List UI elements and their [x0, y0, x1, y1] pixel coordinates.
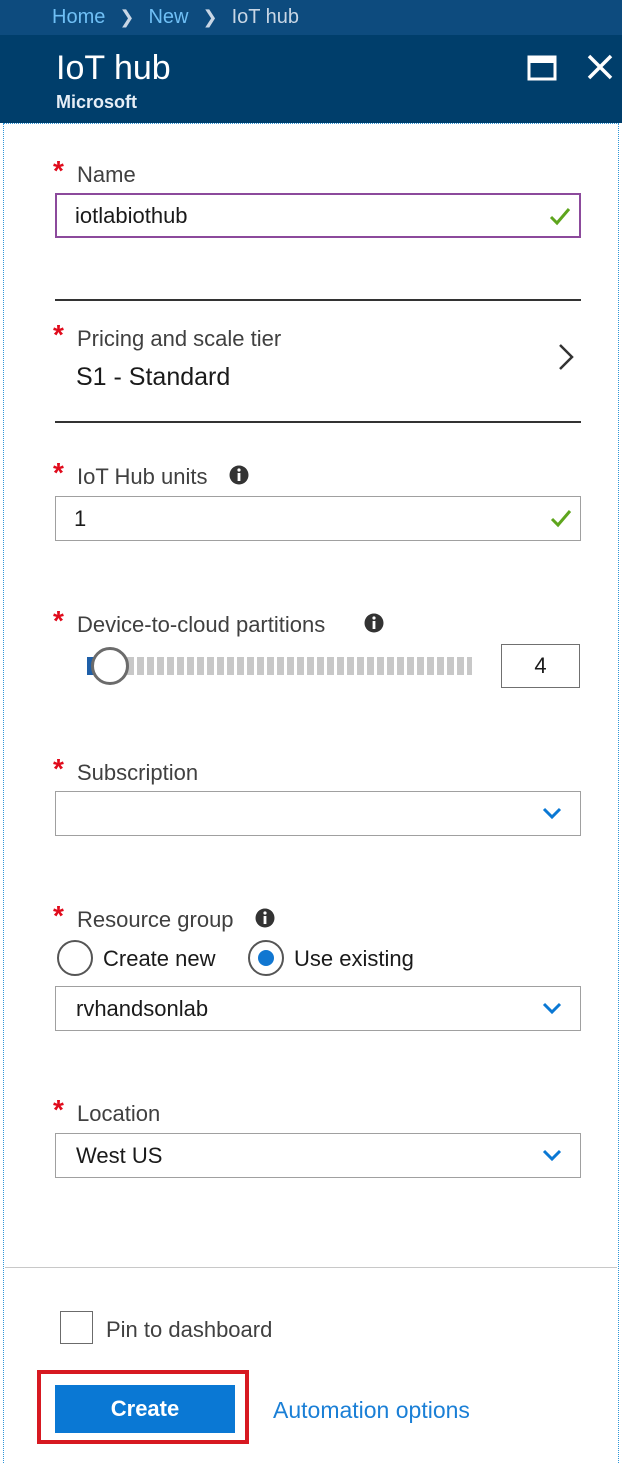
footer-divider [5, 1267, 617, 1268]
chevron-down-icon [542, 1002, 562, 1015]
radio-use-existing[interactable] [248, 940, 284, 976]
breadcrumb-current: IoT hub [231, 6, 300, 28]
partitions-label: Device-to-cloud partitions [77, 612, 326, 637]
subscription-dropdown[interactable] [55, 791, 581, 836]
location-dropdown[interactable]: West US [55, 1133, 581, 1178]
required-marker: * [53, 319, 64, 350]
chevron-right-icon[interactable] [556, 342, 576, 372]
pricing-value: S1 - Standard [76, 363, 231, 391]
name-label: Name [77, 162, 136, 187]
breadcrumb-home[interactable]: Home [52, 6, 105, 29]
page-title: IoT hub [56, 49, 171, 87]
pin-to-dashboard-label[interactable]: Pin to dashboard [106, 1317, 272, 1343]
divider [55, 421, 581, 423]
required-marker: * [53, 753, 64, 784]
valid-check-icon [550, 510, 572, 528]
required-marker: * [53, 155, 64, 186]
valid-check-icon [549, 208, 571, 226]
automation-options-link[interactable]: Automation options [273, 1397, 470, 1424]
breadcrumb-separator: ❯ [119, 7, 135, 27]
required-marker: * [53, 457, 64, 488]
resource-group-value: rvhandsonlab [76, 996, 209, 1021]
location-value: West US [76, 1143, 163, 1168]
info-icon[interactable] [229, 465, 249, 485]
partitions-value-box[interactable]: 4 [501, 644, 580, 688]
radio-selected-dot [258, 950, 274, 966]
page-subtitle: Microsoft [56, 92, 137, 112]
info-icon[interactable] [255, 908, 275, 928]
required-marker: * [53, 900, 64, 931]
pricing-label: Pricing and scale tier [77, 326, 282, 351]
name-input[interactable] [75, 195, 515, 236]
name-field[interactable] [55, 193, 581, 238]
close-icon[interactable] [586, 53, 614, 81]
radio-use-existing-label[interactable]: Use existing [294, 946, 414, 972]
chevron-down-icon [542, 807, 562, 820]
required-marker: * [53, 605, 64, 636]
partitions-slider[interactable] [87, 646, 472, 686]
radio-create-new[interactable] [57, 940, 93, 976]
resource-group-dropdown[interactable]: rvhandsonlab [55, 986, 581, 1031]
radio-create-new-label[interactable]: Create new [103, 946, 216, 972]
units-field[interactable] [55, 496, 581, 541]
location-label: Location [77, 1101, 161, 1126]
create-button[interactable]: Create [55, 1385, 235, 1433]
required-marker: * [53, 1094, 64, 1125]
breadcrumb: Home ❯ New ❯ IoT hub [0, 0, 622, 35]
pin-to-dashboard-checkbox[interactable] [60, 1311, 93, 1344]
info-icon[interactable] [364, 613, 384, 633]
subscription-label: Subscription [77, 760, 199, 785]
units-label: IoT Hub units [77, 464, 208, 489]
units-input[interactable] [74, 497, 514, 540]
breadcrumb-separator: ❯ [202, 7, 218, 27]
slider-track[interactable] [87, 657, 472, 675]
chevron-down-icon [542, 1149, 562, 1162]
divider [55, 299, 581, 301]
breadcrumb-new[interactable]: New [148, 6, 188, 29]
slider-thumb[interactable] [91, 647, 129, 685]
maximize-icon[interactable] [527, 55, 557, 81]
resource-group-label: Resource group [77, 907, 234, 932]
blade-header: IoT hub Microsoft [0, 35, 622, 123]
